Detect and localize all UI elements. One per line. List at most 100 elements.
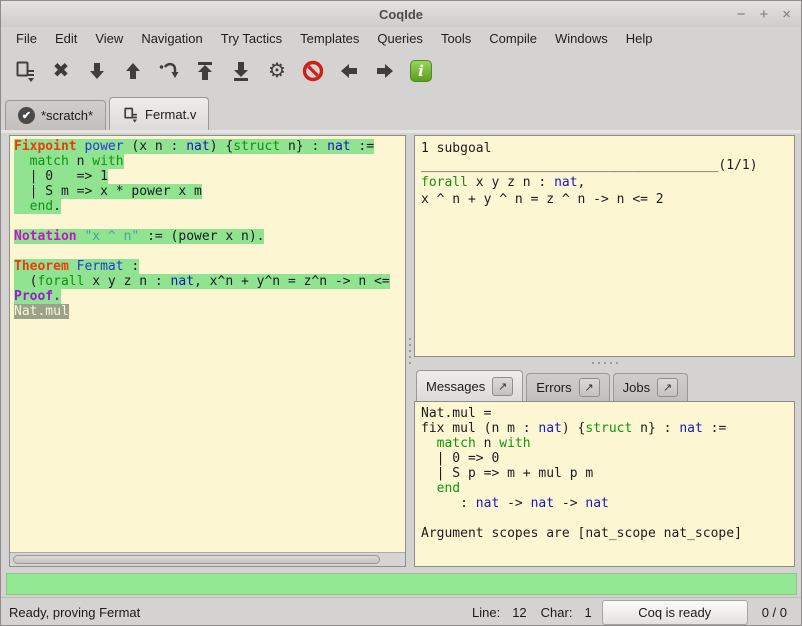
close-doc-button[interactable]: ✖ bbox=[45, 55, 77, 87]
window-title: CoqIde bbox=[379, 7, 423, 22]
menu-item-compile[interactable]: Compile bbox=[480, 29, 546, 48]
about-button[interactable]: i bbox=[405, 55, 437, 87]
code-line: forall x y z n : nat, bbox=[421, 174, 788, 191]
code-line: x ^ n + y ^ n = z ^ n -> n <= 2 bbox=[421, 191, 788, 208]
menu-item-file[interactable]: File bbox=[7, 29, 46, 48]
tab-jobs[interactable]: Jobs ↗ bbox=[613, 373, 688, 401]
detach-errors-button[interactable]: ↗ bbox=[579, 378, 600, 397]
menu-item-edit[interactable]: Edit bbox=[46, 29, 86, 48]
minimize-icon[interactable]: − bbox=[737, 7, 746, 22]
tab-scratch[interactable]: ✔ *scratch* bbox=[5, 100, 106, 130]
goal-view[interactable]: 1 subgoal_______________________________… bbox=[414, 135, 795, 357]
step-forward-button[interactable] bbox=[81, 55, 113, 87]
menu-item-try-tactics[interactable]: Try Tactics bbox=[212, 29, 291, 48]
code-line bbox=[14, 214, 405, 229]
go-to-cursor-icon bbox=[157, 59, 181, 83]
step-backward-button[interactable] bbox=[117, 55, 149, 87]
coq-state-button[interactable]: Coq is ready bbox=[602, 600, 748, 625]
go-to-cursor-button[interactable] bbox=[153, 55, 185, 87]
status-bar: Ready, proving Fermat Line: 12 Char: 1 C… bbox=[1, 597, 801, 626]
save-icon bbox=[13, 59, 37, 83]
go-to-start-button[interactable] bbox=[189, 55, 221, 87]
arrow-top-icon bbox=[193, 59, 217, 83]
code-line: match n with bbox=[14, 154, 405, 169]
code-line: 1 subgoal bbox=[421, 140, 788, 157]
tab-messages-label: Messages bbox=[426, 379, 485, 394]
message-view[interactable]: Nat.mul =fix mul (n m : nat) {struct n} … bbox=[414, 401, 795, 567]
back-button[interactable] bbox=[333, 55, 365, 87]
menu-item-tools[interactable]: Tools bbox=[432, 29, 480, 48]
code-line: Theorem Fermat : bbox=[14, 259, 405, 274]
tab-fermat-label: Fermat.v bbox=[145, 107, 196, 122]
coqide-window: CoqIde − + × FileEditViewNavigationTry T… bbox=[0, 0, 802, 626]
tab-errors-label: Errors bbox=[536, 380, 571, 395]
check-circle-icon: ✔ bbox=[18, 107, 35, 124]
coq-state-label: Coq is ready bbox=[638, 605, 711, 620]
code-line: | S m => x * power x m bbox=[14, 184, 405, 199]
menu-item-templates[interactable]: Templates bbox=[291, 29, 368, 48]
line-value: 12 bbox=[512, 605, 526, 620]
maximize-icon[interactable]: + bbox=[759, 7, 768, 22]
detach-arrow-icon: ↗ bbox=[585, 381, 594, 394]
status-text: Ready, proving Fermat bbox=[9, 605, 140, 620]
save-button[interactable] bbox=[9, 55, 41, 87]
tab-errors[interactable]: Errors ↗ bbox=[526, 373, 609, 401]
main-area: Fixpoint power (x n : nat) {struct n} : … bbox=[1, 133, 801, 569]
code-line: end bbox=[421, 481, 788, 496]
menu-item-view[interactable]: View bbox=[86, 29, 132, 48]
message-tab-bar: Messages ↗ Errors ↗ Jobs ↗ bbox=[414, 369, 795, 401]
code-line: | 0 => 1 bbox=[14, 169, 405, 184]
code-line: Argument scopes are [nat_scope nat_scope… bbox=[421, 526, 788, 541]
arrow-left-icon bbox=[337, 59, 361, 83]
code-line bbox=[14, 244, 405, 259]
detach-jobs-button[interactable]: ↗ bbox=[657, 378, 678, 397]
close-icon[interactable]: × bbox=[782, 7, 791, 22]
menu-bar: FileEditViewNavigationTry TacticsTemplat… bbox=[1, 27, 801, 49]
tab-fermat[interactable]: Fermat.v bbox=[109, 97, 209, 130]
detach-messages-button[interactable]: ↗ bbox=[492, 377, 513, 396]
progress-bar bbox=[6, 573, 797, 595]
code-line: match n with bbox=[421, 436, 788, 451]
arrow-right-icon bbox=[373, 59, 397, 83]
code-line: fix mul (n m : nat) {struct n} : nat := bbox=[421, 421, 788, 436]
tab-scratch-label: *scratch* bbox=[41, 108, 93, 123]
tab-jobs-label: Jobs bbox=[623, 380, 650, 395]
menu-item-windows[interactable]: Windows bbox=[546, 29, 617, 48]
line-label: Line: bbox=[472, 605, 500, 620]
code-line: Nat.mul bbox=[14, 304, 405, 319]
menu-item-navigation[interactable]: Navigation bbox=[132, 29, 211, 48]
title-bar: CoqIde − + × bbox=[1, 1, 801, 27]
arrow-up-icon bbox=[121, 59, 145, 83]
editor-pane: Fixpoint power (x n : nat) {struct n} : … bbox=[9, 135, 406, 567]
menu-item-help[interactable]: Help bbox=[617, 29, 662, 48]
scrollbar-thumb[interactable] bbox=[13, 555, 380, 564]
char-label: Char: bbox=[541, 605, 573, 620]
gear-icon: ⚙ bbox=[268, 61, 286, 81]
detach-arrow-icon: ↗ bbox=[498, 380, 507, 393]
code-line: end. bbox=[14, 199, 405, 214]
document-tab-bar: ✔ *scratch* Fermat.v bbox=[1, 93, 801, 130]
code-line: (forall x y z n : nat, x^n + y^n = z^n -… bbox=[14, 274, 405, 289]
arrow-down-icon bbox=[85, 59, 109, 83]
tab-messages[interactable]: Messages ↗ bbox=[416, 370, 523, 401]
forward-button[interactable] bbox=[369, 55, 401, 87]
editor-code[interactable]: Fixpoint power (x n : nat) {struct n} : … bbox=[10, 136, 405, 552]
toolbar: ✖ bbox=[1, 49, 801, 93]
interrupt-button[interactable] bbox=[297, 55, 329, 87]
fully-check-button[interactable]: ⚙ bbox=[261, 55, 293, 87]
go-to-end-button[interactable] bbox=[225, 55, 257, 87]
horizontal-splitter[interactable] bbox=[414, 357, 795, 369]
code-line: | 0 => 0 bbox=[421, 451, 788, 466]
vertical-splitter[interactable] bbox=[405, 135, 414, 567]
code-line: ______________________________________(1… bbox=[421, 157, 788, 174]
char-value: 1 bbox=[584, 605, 591, 620]
job-counter: 0 / 0 bbox=[762, 605, 787, 620]
document-icon bbox=[122, 106, 139, 123]
menu-item-queries[interactable]: Queries bbox=[368, 29, 432, 48]
arrow-bottom-icon bbox=[229, 59, 253, 83]
code-line: Nat.mul = bbox=[421, 406, 788, 421]
code-line: : nat -> nat -> nat bbox=[421, 496, 788, 511]
editor-horizontal-scrollbar[interactable] bbox=[10, 552, 405, 566]
detach-arrow-icon: ↗ bbox=[663, 381, 672, 394]
close-x-icon: ✖ bbox=[53, 61, 70, 81]
